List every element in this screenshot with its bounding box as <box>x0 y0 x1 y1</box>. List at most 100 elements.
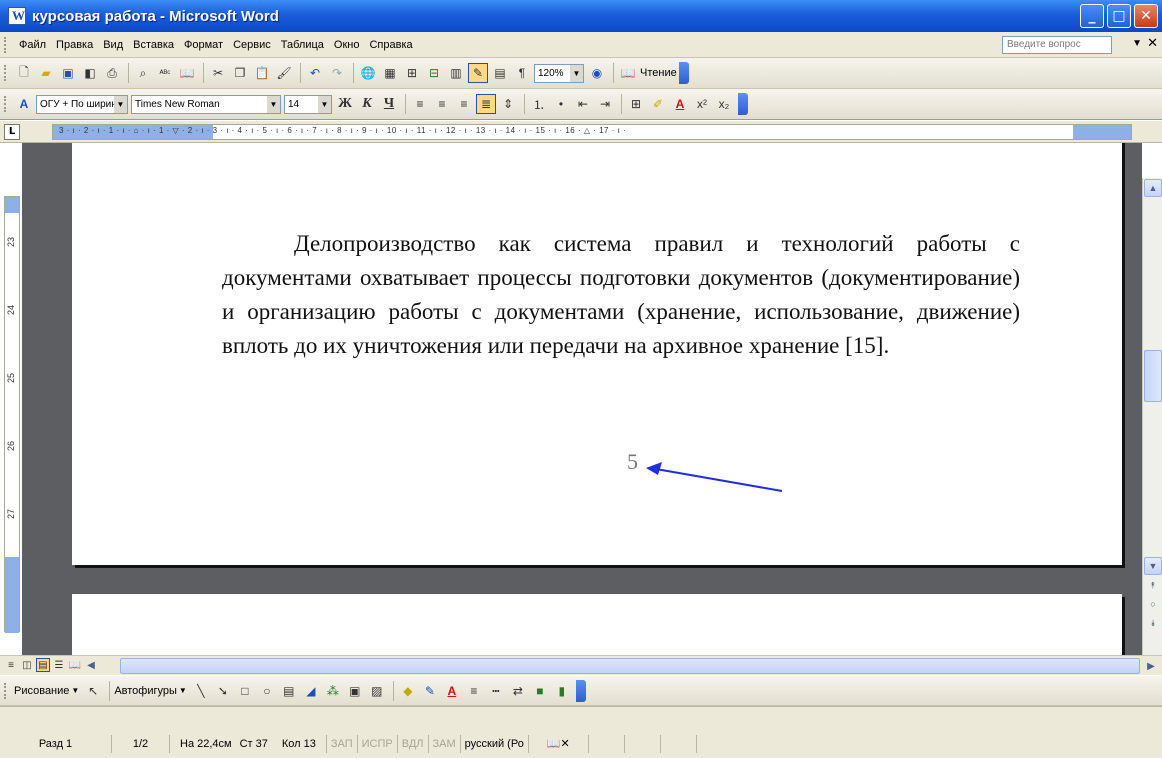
line-color-icon[interactable]: ✎ <box>420 681 440 701</box>
font-size-select[interactable]: 14 ▼ <box>284 94 332 114</box>
previous-page-icon[interactable]: ⯭ <box>1144 576 1162 594</box>
increase-indent-icon[interactable]: ⇥ <box>595 94 615 114</box>
chevron-down-icon[interactable]: ▼ <box>179 686 187 695</box>
italic-button[interactable]: К <box>357 94 377 114</box>
bullets-icon[interactable]: • <box>551 94 571 114</box>
print-icon[interactable]: ⎙ <box>102 63 122 83</box>
status-track-changes[interactable]: ИСПР <box>358 735 398 753</box>
chevron-down-icon[interactable]: ▼ <box>71 686 79 695</box>
word-app-icon[interactable] <box>8 7 26 25</box>
bold-button[interactable]: Ж <box>335 94 355 114</box>
oval-icon[interactable]: ○ <box>257 681 277 701</box>
text-box-icon[interactable]: ▤ <box>279 681 299 701</box>
autoshapes-menu-button[interactable]: Автофигуры <box>114 685 177 697</box>
horizontal-scrollbar[interactable] <box>120 658 1140 674</box>
menu-tools[interactable]: Сервис <box>228 39 276 51</box>
line-spacing-icon[interactable]: ⇕ <box>498 94 518 114</box>
font-color-icon[interactable]: A <box>442 681 462 701</box>
scroll-down-icon[interactable]: ▼ <box>1144 557 1162 575</box>
cut-icon[interactable]: ✂ <box>208 63 228 83</box>
menu-table[interactable]: Таблица <box>276 39 329 51</box>
toolbar-grip[interactable] <box>4 96 8 112</box>
reading-layout-icon[interactable]: 📖 <box>618 63 638 83</box>
status-overtype[interactable]: ЗАМ <box>429 735 461 753</box>
document-map-icon[interactable]: ▤ <box>490 63 510 83</box>
status-language[interactable]: русский (Ро <box>461 735 529 753</box>
reading-button[interactable]: Чтение <box>640 67 677 79</box>
maximize-button[interactable]: □ <box>1107 4 1131 28</box>
new-document-icon[interactable]: 🗋 <box>14 63 34 83</box>
align-right-icon[interactable]: ≡ <box>454 94 474 114</box>
zoom-select[interactable]: 120% ▼ <box>534 63 584 83</box>
research-icon[interactable]: 📖 <box>177 63 197 83</box>
spelling-icon[interactable]: ᴬᴮᶜ <box>155 63 175 83</box>
reading-view-icon[interactable]: 📖 <box>68 658 82 672</box>
print-preview-icon[interactable]: ⌕ <box>133 63 153 83</box>
font-color-icon[interactable]: A <box>670 94 690 114</box>
permission-icon[interactable]: ◧ <box>80 63 100 83</box>
menu-view[interactable]: Вид <box>98 39 128 51</box>
menu-file[interactable]: Файл <box>14 39 51 51</box>
help-icon[interactable]: ◉ <box>587 63 607 83</box>
tables-borders-icon[interactable]: ▦ <box>380 63 400 83</box>
align-center-icon[interactable]: ≡ <box>432 94 452 114</box>
menu-window[interactable]: Окно <box>329 39 365 51</box>
page[interactable] <box>72 594 1122 655</box>
chevron-down-icon[interactable]: ▼ <box>570 64 583 82</box>
menu-edit[interactable]: Правка <box>51 39 98 51</box>
menu-insert[interactable]: Вставка <box>128 39 179 51</box>
clip-art-icon[interactable]: ▣ <box>345 681 365 701</box>
status-record-macro[interactable]: ЗАП <box>327 735 358 753</box>
shadow-style-icon[interactable]: ■ <box>530 681 550 701</box>
toolbar-options-icon[interactable] <box>678 62 689 84</box>
close-button[interactable]: ✕ <box>1134 4 1158 28</box>
toolbar-grip[interactable] <box>4 682 8 699</box>
highlight-icon[interactable]: ✐ <box>648 94 668 114</box>
fill-color-icon[interactable]: ◆ <box>398 681 418 701</box>
web-layout-icon[interactable]: ◫ <box>20 658 34 672</box>
diagram-icon[interactable]: ⁂ <box>323 681 343 701</box>
numbering-icon[interactable]: ⒈ <box>529 94 549 114</box>
menu-help[interactable]: Справка <box>364 39 417 51</box>
outline-view-icon[interactable]: ☰ <box>52 658 66 672</box>
vertical-scrollbar[interactable]: ▲ ▼ ⯭ ○ ⯯ <box>1142 178 1162 658</box>
line-style-icon[interactable]: ≡ <box>464 681 484 701</box>
next-page-icon[interactable]: ⯯ <box>1144 614 1162 632</box>
menu-format[interactable]: Формат <box>179 39 228 51</box>
justify-icon[interactable]: ≣ <box>476 94 496 114</box>
toolbar-options-icon[interactable] <box>575 679 586 702</box>
superscript-icon[interactable]: x² <box>692 94 712 114</box>
3d-style-icon[interactable]: ▮ <box>552 681 572 701</box>
page[interactable]: Делопроизводство как система правил и те… <box>72 143 1122 565</box>
open-folder-icon[interactable]: ▰ <box>36 63 56 83</box>
tab-selector[interactable]: L <box>4 124 20 140</box>
select-objects-icon[interactable]: ↖ <box>83 681 103 701</box>
help-search-input[interactable]: Введите вопрос <box>1002 36 1112 54</box>
chevron-down-icon[interactable]: ▼ <box>318 95 331 113</box>
insert-excel-icon[interactable]: ⊟ <box>424 63 444 83</box>
wordart-icon[interactable]: ◢ <box>301 681 321 701</box>
arrow-style-icon[interactable]: ⇄ <box>508 681 528 701</box>
align-left-icon[interactable]: ≡ <box>410 94 430 114</box>
hyperlink-icon[interactable]: 🌐 <box>358 63 378 83</box>
scroll-left-icon[interactable]: ◀ <box>84 658 98 672</box>
copy-icon[interactable]: ❐ <box>230 63 250 83</box>
document-paragraph[interactable]: Делопроизводство как система правил и те… <box>222 227 1020 363</box>
undo-icon[interactable]: ↶ <box>305 63 325 83</box>
styles-formatting-icon[interactable]: A <box>14 94 34 114</box>
line-icon[interactable]: ╲ <box>191 681 211 701</box>
rectangle-icon[interactable]: □ <box>235 681 255 701</box>
toolbar-options-icon[interactable] <box>738 93 748 115</box>
select-browse-object-icon[interactable]: ○ <box>1144 595 1162 613</box>
insert-table-icon[interactable]: ⊞ <box>402 63 422 83</box>
paste-icon[interactable]: 📋 <box>252 63 272 83</box>
horizontal-ruler[interactable]: 3 · ı · 2 · ı · 1 · ı · ⌂ · ı · 1 · ▽ · … <box>52 124 1132 140</box>
chevron-down-icon[interactable]: ▼ <box>267 95 280 113</box>
scroll-right-icon[interactable]: ▶ <box>1144 659 1158 673</box>
menubar-grip[interactable] <box>4 36 8 53</box>
insert-picture-icon[interactable]: ▨ <box>367 681 387 701</box>
show-hide-icon[interactable]: ¶ <box>512 63 532 83</box>
subscript-icon[interactable]: x₂ <box>714 94 734 114</box>
vertical-ruler[interactable]: 23 24 25 26 27 <box>4 196 20 633</box>
redo-icon[interactable]: ↷ <box>327 63 347 83</box>
